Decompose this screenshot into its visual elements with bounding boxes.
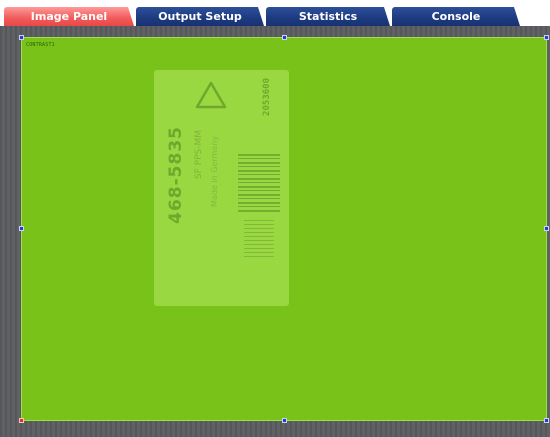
handle-top-middle[interactable] xyxy=(282,35,287,40)
handle-top-right[interactable] xyxy=(544,35,549,40)
handle-middle-left[interactable] xyxy=(19,226,24,231)
handle-anchor-bottom-left[interactable] xyxy=(19,418,24,423)
handle-middle-right[interactable] xyxy=(544,226,549,231)
tab-label: Image Panel xyxy=(30,10,108,23)
handle-bottom-right[interactable] xyxy=(544,418,549,423)
tab-output-setup[interactable]: Output Setup xyxy=(136,7,264,26)
tab-label: Statistics xyxy=(298,10,358,23)
contrast-roi-region[interactable]: CONTRAST1 2053600 468-5835 SF PPS-MM Mad… xyxy=(21,37,547,421)
label-line-2: Made in Germany xyxy=(210,136,219,207)
side-code: 2053600 xyxy=(262,78,272,116)
product-label: 2053600 468-5835 SF PPS-MM Made in Germa… xyxy=(154,70,289,306)
barcode-graphic-lower xyxy=(244,220,274,260)
tab-label: Console xyxy=(431,10,481,23)
image-viewer[interactable]: CONTRAST1 2053600 468-5835 SF PPS-MM Mad… xyxy=(0,26,550,437)
label-line-1: SF PPS-MM xyxy=(194,130,204,180)
handle-bottom-middle[interactable] xyxy=(282,418,287,423)
triangle-recycle-icon xyxy=(195,81,227,109)
tab-console[interactable]: Console xyxy=(392,7,520,26)
handle-top-left[interactable] xyxy=(19,35,24,40)
tab-image-panel[interactable]: Image Panel xyxy=(4,7,134,26)
part-number: 468-5835 xyxy=(166,126,186,224)
tab-bar: Image Panel Output Setup Statistics Cons… xyxy=(0,0,550,26)
tab-statistics[interactable]: Statistics xyxy=(266,7,390,26)
roi-label: CONTRAST1 xyxy=(26,42,55,48)
barcode-graphic xyxy=(238,154,280,214)
tab-label: Output Setup xyxy=(158,10,242,23)
